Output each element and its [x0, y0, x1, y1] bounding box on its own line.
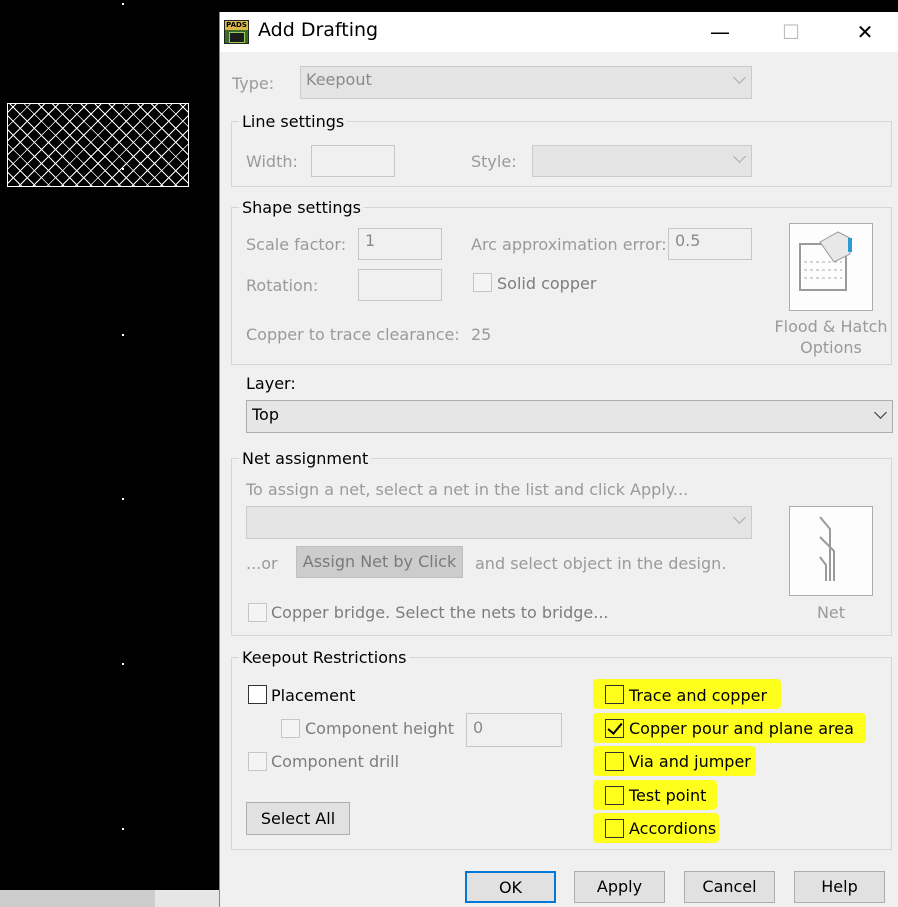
flood-hatch-label: Flood & Hatch	[774, 317, 888, 336]
width-input	[311, 145, 395, 177]
component-height-input: 0	[466, 713, 562, 747]
or-label: ...or	[246, 554, 278, 573]
copper-pour-label: Copper pour and plane area	[629, 719, 854, 738]
type-select-value: Keepout	[306, 70, 372, 89]
rotation-label: Rotation:	[246, 276, 319, 295]
chevron-down-icon	[733, 150, 746, 163]
layer-label: Layer:	[246, 374, 296, 393]
component-drill-checkbox	[248, 752, 267, 771]
net-button-label: Net	[816, 603, 846, 622]
grid-dot	[122, 168, 124, 170]
design-canvas[interactable]	[0, 0, 219, 907]
placement-label: Placement	[271, 686, 356, 705]
copper-bridge-checkbox	[248, 603, 267, 622]
flood-hatch-button	[789, 223, 873, 311]
help-button[interactable]: Help	[794, 871, 885, 903]
shape-settings-title: Shape settings	[239, 198, 364, 217]
accordions-checkbox[interactable]	[605, 819, 624, 838]
maximize-button: ☐	[782, 20, 800, 44]
ok-button[interactable]: OK	[465, 871, 556, 903]
net-select	[246, 506, 752, 539]
scrollbar-thumb[interactable]	[0, 890, 155, 907]
trace-and-copper-checkbox[interactable]	[605, 685, 624, 704]
add-drafting-dialog: PADS Add Drafting — ☐ ✕ Type: Keepout Li…	[219, 12, 898, 907]
grid-dot	[122, 334, 124, 336]
checkmark-icon	[607, 719, 623, 735]
net-instruction: To assign a net, select a net in the lis…	[246, 480, 689, 499]
copper-bridge-label: Copper bridge. Select the nets to bridge…	[271, 603, 609, 622]
clearance-value: 25	[471, 325, 492, 344]
grid-dot	[122, 828, 124, 830]
solid-copper-label: Solid copper	[497, 274, 597, 293]
keepout-hatch-shape[interactable]	[7, 103, 189, 187]
via-and-jumper-label: Via and jumper	[629, 752, 751, 771]
select-all-button[interactable]: Select All	[246, 802, 350, 835]
type-label: Type:	[232, 74, 275, 93]
type-select: Keepout	[300, 66, 752, 99]
style-label: Style:	[471, 152, 517, 171]
component-height-label: Component height	[305, 719, 454, 738]
scale-factor-label: Scale factor:	[246, 235, 347, 254]
minimize-button[interactable]: —	[691, 12, 749, 52]
assign-net-by-click-button: Assign Net by Click	[296, 546, 463, 578]
placement-checkbox[interactable]	[248, 685, 267, 704]
cancel-button[interactable]: Cancel	[684, 871, 775, 903]
horizontal-scrollbar[interactable]	[0, 890, 219, 907]
apply-button[interactable]: Apply	[574, 871, 665, 903]
dialog-title: Add Drafting	[258, 19, 379, 41]
chevron-down-icon	[733, 71, 746, 84]
flood-hatch-label-2: Options	[800, 338, 862, 357]
chevron-down-icon	[733, 511, 746, 524]
flood-hatch-icon	[799, 231, 852, 291]
net-trace-icon	[819, 516, 835, 581]
layer-select-value: Top	[252, 405, 279, 424]
clearance-label: Copper to trace clearance:	[246, 325, 460, 344]
arc-error-input: 0.5	[668, 228, 752, 260]
test-point-checkbox[interactable]	[605, 786, 624, 805]
trace-and-copper-label: Trace and copper	[629, 686, 768, 705]
title-bar[interactable]: PADS Add Drafting — ☐ ✕	[220, 12, 898, 52]
rotation-input	[358, 269, 442, 301]
copper-pour-checkbox[interactable]	[605, 719, 624, 738]
component-height-checkbox	[281, 719, 300, 738]
net-assignment-title: Net assignment	[239, 449, 372, 468]
test-point-label: Test point	[629, 786, 707, 805]
chevron-down-icon	[874, 406, 887, 419]
layer-select[interactable]: Top	[246, 400, 893, 433]
width-label: Width:	[246, 152, 298, 171]
line-settings-title: Line settings	[239, 112, 348, 131]
style-select	[532, 145, 752, 177]
grid-dot	[122, 498, 124, 500]
pads-app-icon: PADS	[224, 20, 249, 44]
net-button	[789, 506, 873, 596]
component-drill-label: Component drill	[271, 752, 400, 771]
keepout-restrictions-title: Keepout Restrictions	[239, 648, 410, 667]
scale-factor-input: 1	[358, 228, 442, 260]
accordions-label: Accordions	[629, 819, 717, 838]
arc-error-label: Arc approximation error:	[471, 235, 667, 254]
after-assign-text: and select object in the design.	[475, 554, 727, 573]
grid-dot	[122, 3, 124, 5]
grid-dot	[122, 663, 124, 665]
close-button[interactable]: ✕	[836, 12, 894, 52]
via-and-jumper-checkbox[interactable]	[605, 752, 624, 771]
solid-copper-checkbox	[473, 273, 492, 292]
